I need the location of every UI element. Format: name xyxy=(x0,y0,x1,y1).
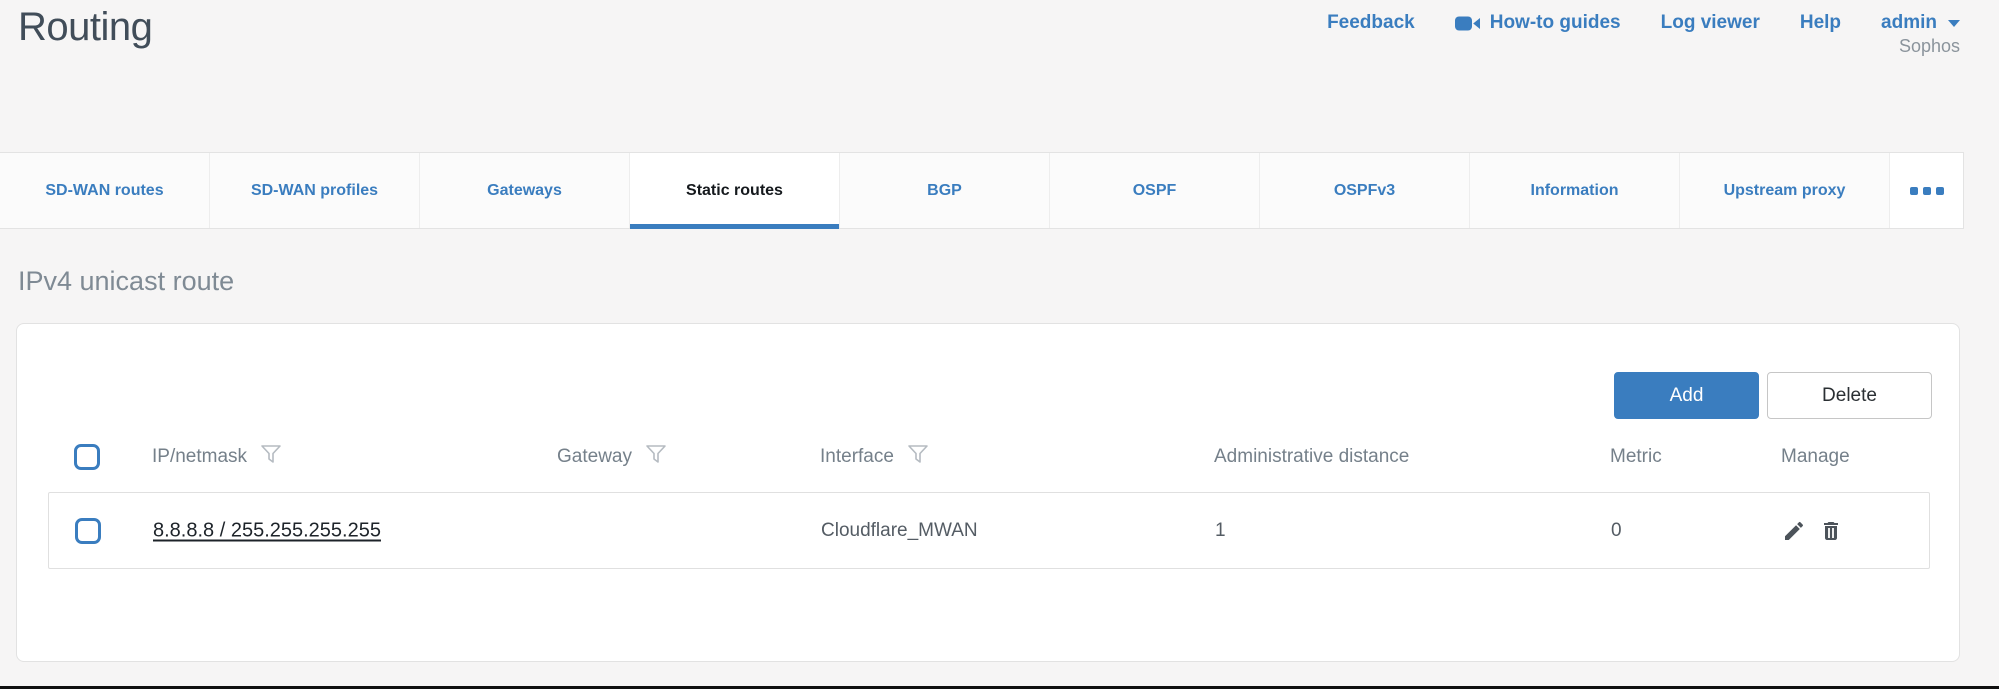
table-header: IP/netmask Gateway Interface Administrat… xyxy=(48,428,1930,486)
tab-label: SD-WAN profiles xyxy=(251,182,378,200)
help-link[interactable]: Help xyxy=(1800,12,1841,34)
howto-guides-link[interactable]: How-to guides xyxy=(1455,12,1621,34)
delete-button[interactable]: Delete xyxy=(1767,372,1932,419)
tab-label: OSPFv3 xyxy=(1334,182,1395,200)
chevron-down-icon xyxy=(1948,20,1960,27)
video-camera-icon xyxy=(1455,15,1481,32)
ellipsis-icon xyxy=(1923,187,1931,195)
tab-sdwan-routes[interactable]: SD-WAN routes xyxy=(0,153,210,228)
table-row: 8.8.8.8 / 255.255.255.255 Cloudflare_MWA… xyxy=(48,492,1930,569)
ellipsis-icon xyxy=(1936,187,1944,195)
tab-bgp[interactable]: BGP xyxy=(840,153,1050,228)
tab-upstream-proxy[interactable]: Upstream proxy xyxy=(1680,153,1890,228)
tab-information[interactable]: Information xyxy=(1470,153,1680,228)
column-header-manage: Manage xyxy=(1781,446,1850,468)
tab-label: OSPF xyxy=(1133,182,1177,200)
select-all-checkbox[interactable] xyxy=(74,444,100,470)
column-header-admin-distance: Administrative distance xyxy=(1214,446,1409,468)
tab-label: Upstream proxy xyxy=(1724,182,1846,200)
tab-ospfv3[interactable]: OSPFv3 xyxy=(1260,153,1470,228)
log-viewer-link[interactable]: Log viewer xyxy=(1661,12,1760,34)
filter-funnel-icon[interactable] xyxy=(907,444,929,470)
ellipsis-icon xyxy=(1910,187,1918,195)
tab-static-routes[interactable]: Static routes xyxy=(630,153,840,228)
column-header-interface: Interface xyxy=(820,446,894,468)
routes-card: Add Delete IP/netmask Gateway Interface xyxy=(16,323,1960,662)
user-label: admin xyxy=(1881,12,1937,34)
user-menu[interactable]: admin xyxy=(1881,12,1960,34)
tab-ospf[interactable]: OSPF xyxy=(1050,153,1260,228)
column-header-ip-netmask: IP/netmask xyxy=(152,446,247,468)
more-tabs-button[interactable] xyxy=(1890,153,1963,228)
filter-funnel-icon[interactable] xyxy=(645,444,667,470)
route-admin-distance-value: 1 xyxy=(1215,520,1226,542)
column-header-gateway: Gateway xyxy=(557,446,632,468)
tab-label: Gateways xyxy=(487,182,562,200)
route-ip-netmask-link[interactable]: 8.8.8.8 / 255.255.255.255 xyxy=(153,519,381,542)
row-checkbox[interactable] xyxy=(75,518,101,544)
delete-trash-icon[interactable] xyxy=(1819,519,1843,543)
tab-label: BGP xyxy=(927,182,962,200)
tab-label: SD-WAN routes xyxy=(45,182,163,200)
vendor-label: Sophos xyxy=(1899,36,1960,57)
add-button[interactable]: Add xyxy=(1614,372,1759,419)
page-title: Routing xyxy=(18,5,152,50)
tab-label: Static routes xyxy=(686,182,783,200)
edit-pencil-icon[interactable] xyxy=(1782,519,1806,543)
filter-funnel-icon[interactable] xyxy=(260,444,282,470)
route-interface-value: Cloudflare_MWAN xyxy=(821,520,978,542)
help-label: Help xyxy=(1800,12,1841,34)
column-header-metric: Metric xyxy=(1610,446,1662,468)
routing-page: Routing Feedback How-to guides Log viewe… xyxy=(0,0,1999,689)
feedback-label: Feedback xyxy=(1327,12,1415,34)
tab-bar: SD-WAN routes SD-WAN profiles Gateways S… xyxy=(0,152,1964,229)
tab-label: Information xyxy=(1531,182,1619,200)
route-metric-value: 0 xyxy=(1611,520,1622,542)
log-viewer-label: Log viewer xyxy=(1661,12,1760,34)
section-heading: IPv4 unicast route xyxy=(18,266,234,297)
top-nav: Feedback How-to guides Log viewer Help a… xyxy=(1327,0,1960,46)
tab-sdwan-profiles[interactable]: SD-WAN profiles xyxy=(210,153,420,228)
feedback-link[interactable]: Feedback xyxy=(1327,12,1415,34)
howto-guides-label: How-to guides xyxy=(1490,12,1621,34)
tab-gateways[interactable]: Gateways xyxy=(420,153,630,228)
